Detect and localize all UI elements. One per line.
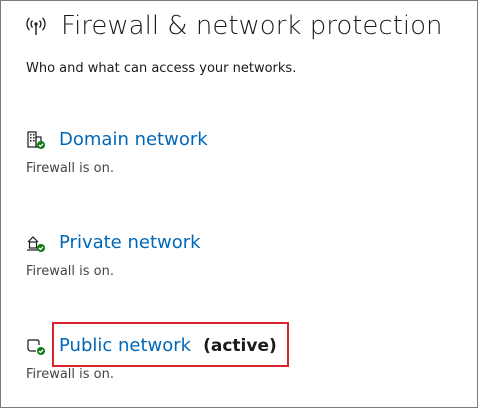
public-network-icon	[26, 336, 46, 356]
domain-building-icon	[26, 130, 46, 150]
active-network-label: (active)	[203, 335, 277, 356]
public-network-link[interactable]: Public network	[59, 335, 191, 356]
private-network-section: Private network Firewall is on.	[26, 232, 201, 279]
broadcast-antenna-icon	[25, 15, 47, 37]
public-network-status: Firewall is on.	[26, 367, 114, 382]
domain-network-section: Domain network Firewall is on.	[26, 129, 208, 176]
private-network-link[interactable]: Private network	[59, 232, 201, 253]
private-network-status: Firewall is on.	[26, 264, 114, 279]
page-title: Firewall & network protection	[61, 11, 443, 41]
page-header: Firewall & network protection	[25, 11, 443, 41]
window-frame: Firewall & network protection Who and wh…	[0, 0, 478, 408]
public-network-section: Public network (active) Firewall is on.	[26, 335, 277, 382]
page-subtitle: Who and what can access your networks.	[26, 61, 297, 76]
private-network-icon	[26, 233, 46, 253]
domain-network-link[interactable]: Domain network	[59, 129, 208, 150]
domain-network-status: Firewall is on.	[26, 161, 114, 176]
